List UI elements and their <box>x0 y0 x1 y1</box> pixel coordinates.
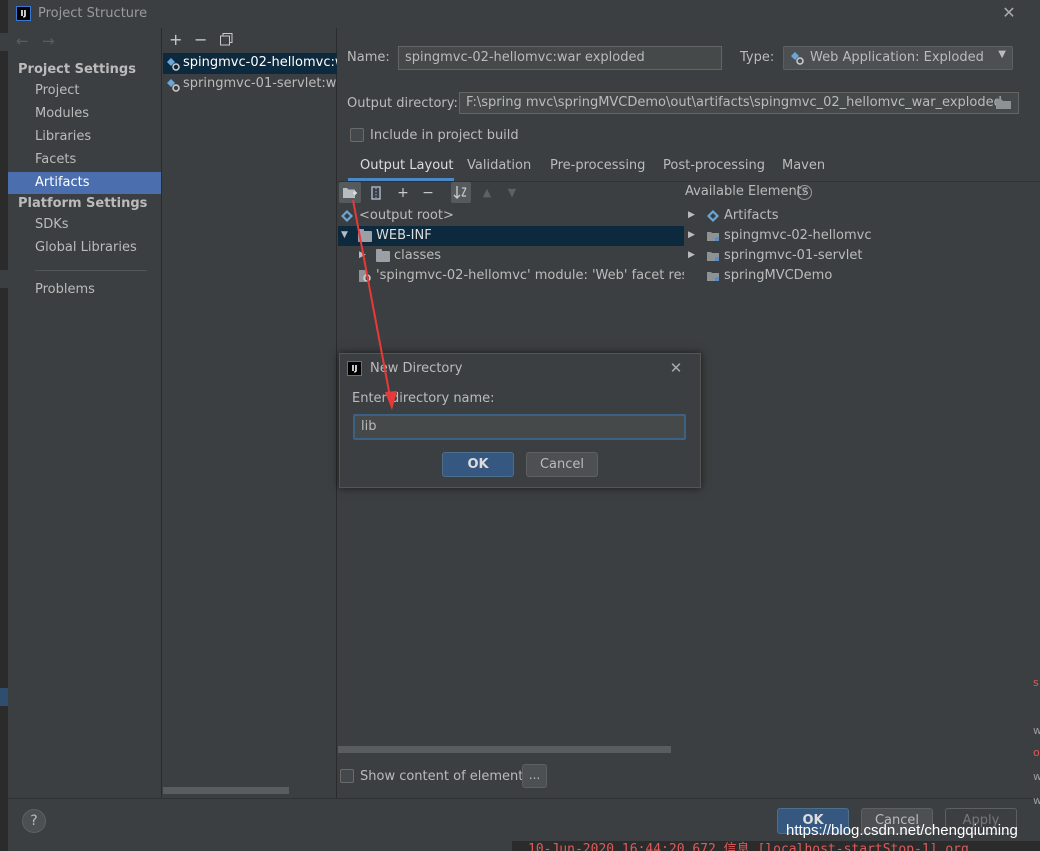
web-artifact-icon <box>166 57 180 71</box>
directory-name-label: Enter directory name: <box>352 391 495 406</box>
tab-post-processing[interactable]: Post-processing <box>663 158 765 173</box>
web-app-icon <box>790 51 806 71</box>
output-directory-label: Output directory: <box>347 96 458 111</box>
help-button[interactable]: ? <box>22 809 46 833</box>
layout-tree-scrollbar[interactable] <box>338 746 671 753</box>
sidebar-item-problems[interactable]: Problems <box>35 282 95 297</box>
include-in-build-label: Include in project build <box>370 128 519 143</box>
collapsed-triangle-icon[interactable]: ▶ <box>688 250 695 260</box>
include-in-build-checkbox[interactable] <box>350 128 364 142</box>
type-select-value: Web Application: Exploded <box>810 50 984 65</box>
move-up-icon[interactable]: ▲ <box>477 183 497 203</box>
tab-validation[interactable]: Validation <box>467 158 531 173</box>
console-log-line: 10-Jun-2020 16:44:20.672 信息 [localhost-s… <box>528 842 969 851</box>
module-folder-icon <box>706 269 720 283</box>
name-field[interactable]: spingmvc-02-hellomvc:war exploded <box>398 46 722 70</box>
artifact-item[interactable]: spingmvc-02-hellomvc:war exploded <box>183 55 337 70</box>
available-item[interactable]: spingmvc-02-hellomvc <box>724 228 871 243</box>
strip-mark <box>0 270 8 288</box>
more-options-button[interactable]: ... <box>522 764 547 788</box>
dialog-cancel-button[interactable]: Cancel <box>526 452 598 477</box>
tab-pre-processing[interactable]: Pre-processing <box>550 158 645 173</box>
intellij-logo-icon: IJ <box>347 361 362 376</box>
web-artifact-icon <box>166 78 180 92</box>
available-item[interactable]: springMVCDemo <box>724 268 832 283</box>
background-glyph: w <box>1033 724 1040 737</box>
artifacts-list-panel <box>163 28 337 798</box>
artifact-icon <box>706 209 719 222</box>
tree-item-web-facet-resources[interactable]: 'spingmvc-02-hellomvc' module: 'Web' fac… <box>376 268 684 283</box>
available-item[interactable]: Artifacts <box>724 208 779 223</box>
create-directory-button[interactable] <box>339 182 361 203</box>
forward-arrow-icon[interactable]: → <box>42 32 55 50</box>
background-ide-strip <box>0 0 8 851</box>
sidebar-item-global-libraries[interactable]: Global Libraries <box>35 240 137 255</box>
remove-icon[interactable]: − <box>194 32 207 48</box>
copy-icon[interactable] <box>220 33 233 46</box>
watermark-url: https://blog.csdn.net/chengqiuming <box>786 822 1018 839</box>
strip-mark <box>0 688 8 706</box>
type-label: Type: <box>740 50 775 65</box>
folder-icon <box>358 229 372 242</box>
window-title: Project Structure <box>38 6 148 21</box>
available-elements-label: Available Elements <box>685 184 809 199</box>
sidebar-item-project[interactable]: Project <box>35 83 79 98</box>
background-glyph: o <box>1033 746 1040 759</box>
sidebar-divider <box>35 270 147 271</box>
background-glyph: w <box>1033 794 1040 807</box>
archive-icon[interactable] <box>366 183 386 203</box>
tabs-divider <box>338 181 1040 182</box>
platform-settings-header: Platform Settings <box>18 196 148 211</box>
directory-name-input[interactable]: lib <box>353 414 686 440</box>
add-icon[interactable]: + <box>169 32 182 48</box>
module-folder-icon <box>706 249 720 263</box>
dialog-title: New Directory <box>370 361 463 376</box>
dialog-close-icon[interactable]: ✕ <box>667 359 685 377</box>
show-content-label: Show content of elements <box>360 769 531 784</box>
folder-icon <box>376 249 390 262</box>
sidebar-item-artifacts[interactable]: Artifacts <box>35 175 90 190</box>
sort-icon[interactable] <box>451 182 471 203</box>
artifact-icon <box>340 209 353 222</box>
help-circle-icon[interactable]: ? <box>797 185 812 200</box>
back-arrow-icon[interactable]: ← <box>16 32 29 50</box>
type-select[interactable]: Web Application: Exploded ▼ <box>783 46 1013 70</box>
title-bar <box>8 0 1040 28</box>
artifact-item[interactable]: springmvc-01-servlet:war exploded <box>183 76 337 91</box>
chevron-down-icon: ▼ <box>998 49 1006 60</box>
sidebar-item-sdks[interactable]: SDKs <box>35 217 69 232</box>
collapsed-triangle-icon[interactable]: ▶ <box>359 250 366 260</box>
tab-output-layout[interactable]: Output Layout <box>360 158 453 173</box>
intellij-logo-icon: IJ <box>16 6 31 21</box>
move-down-icon[interactable]: ▼ <box>502 183 522 203</box>
web-facet-icon <box>358 269 372 283</box>
expanded-triangle-icon[interactable]: ▼ <box>341 230 348 240</box>
name-label: Name: <box>347 50 390 65</box>
output-directory-field[interactable]: F:\spring mvc\springMVCDemo\out\artifact… <box>459 92 1019 114</box>
tree-item-output-root[interactable]: <output root> <box>359 208 454 223</box>
tab-maven[interactable]: Maven <box>782 158 825 173</box>
sidebar-item-libraries[interactable]: Libraries <box>35 129 91 144</box>
artifacts-scrollbar[interactable] <box>163 787 289 794</box>
show-content-checkbox[interactable] <box>340 769 354 783</box>
remove-element-icon[interactable]: − <box>418 183 438 203</box>
tree-item-web-inf[interactable]: WEB-INF <box>376 228 432 243</box>
project-settings-header: Project Settings <box>18 62 136 77</box>
sidebar-item-modules[interactable]: Modules <box>35 106 89 121</box>
browse-folder-icon[interactable] <box>995 96 1013 110</box>
close-icon[interactable]: ✕ <box>1000 4 1018 22</box>
strip-mark <box>0 33 8 51</box>
collapsed-triangle-icon[interactable]: ▶ <box>688 210 695 220</box>
sidebar-item-facets[interactable]: Facets <box>35 152 76 167</box>
tree-item-classes[interactable]: classes <box>394 248 441 263</box>
module-folder-icon <box>706 229 720 243</box>
available-item[interactable]: springmvc-01-servlet <box>724 248 862 263</box>
dialog-ok-button[interactable]: OK <box>442 452 514 477</box>
add-copy-icon[interactable]: + <box>393 183 413 203</box>
background-glyph: s <box>1033 676 1039 689</box>
collapsed-triangle-icon[interactable]: ▶ <box>688 230 695 240</box>
background-glyph: w <box>1033 770 1040 783</box>
